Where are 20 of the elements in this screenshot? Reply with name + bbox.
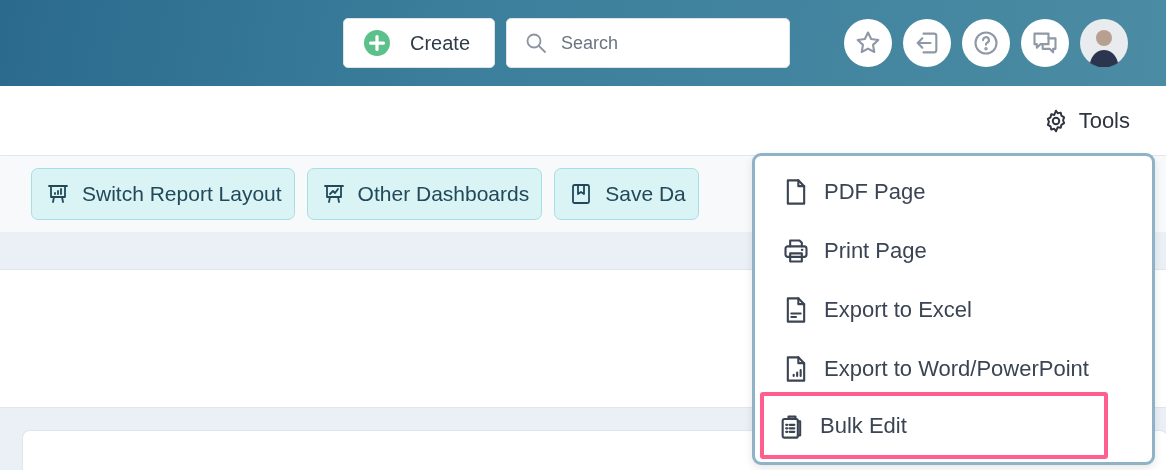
printer-icon	[782, 236, 810, 265]
toolbar-button[interactable]: Other Dashboards	[306, 168, 543, 220]
help-icon	[972, 29, 1000, 57]
menu-item[interactable]: Print Page	[760, 221, 1108, 280]
menu-item[interactable]: PDF Page	[760, 162, 1108, 221]
menu-item[interactable]: Bulk Edit	[760, 392, 1108, 459]
help-button[interactable]	[962, 19, 1010, 67]
star-button[interactable]	[844, 19, 892, 67]
menu-item[interactable]: Export to Excel	[760, 280, 1108, 339]
chat-button[interactable]	[1021, 19, 1069, 67]
toolbar-button[interactable]: Switch Report Layout	[31, 168, 295, 220]
sign-in-button[interactable]	[903, 19, 951, 67]
tools-button[interactable]: Tools	[1042, 107, 1130, 134]
search-field[interactable]: Search	[506, 18, 790, 68]
presentation-chart-icon	[46, 182, 70, 206]
avatar-icon[interactable]	[1080, 19, 1128, 67]
plus-icon	[364, 30, 390, 56]
presentation-chart-icon	[321, 182, 346, 206]
create-button[interactable]: Create	[343, 18, 495, 68]
toolbar-button[interactable]: Save Da	[554, 168, 699, 220]
